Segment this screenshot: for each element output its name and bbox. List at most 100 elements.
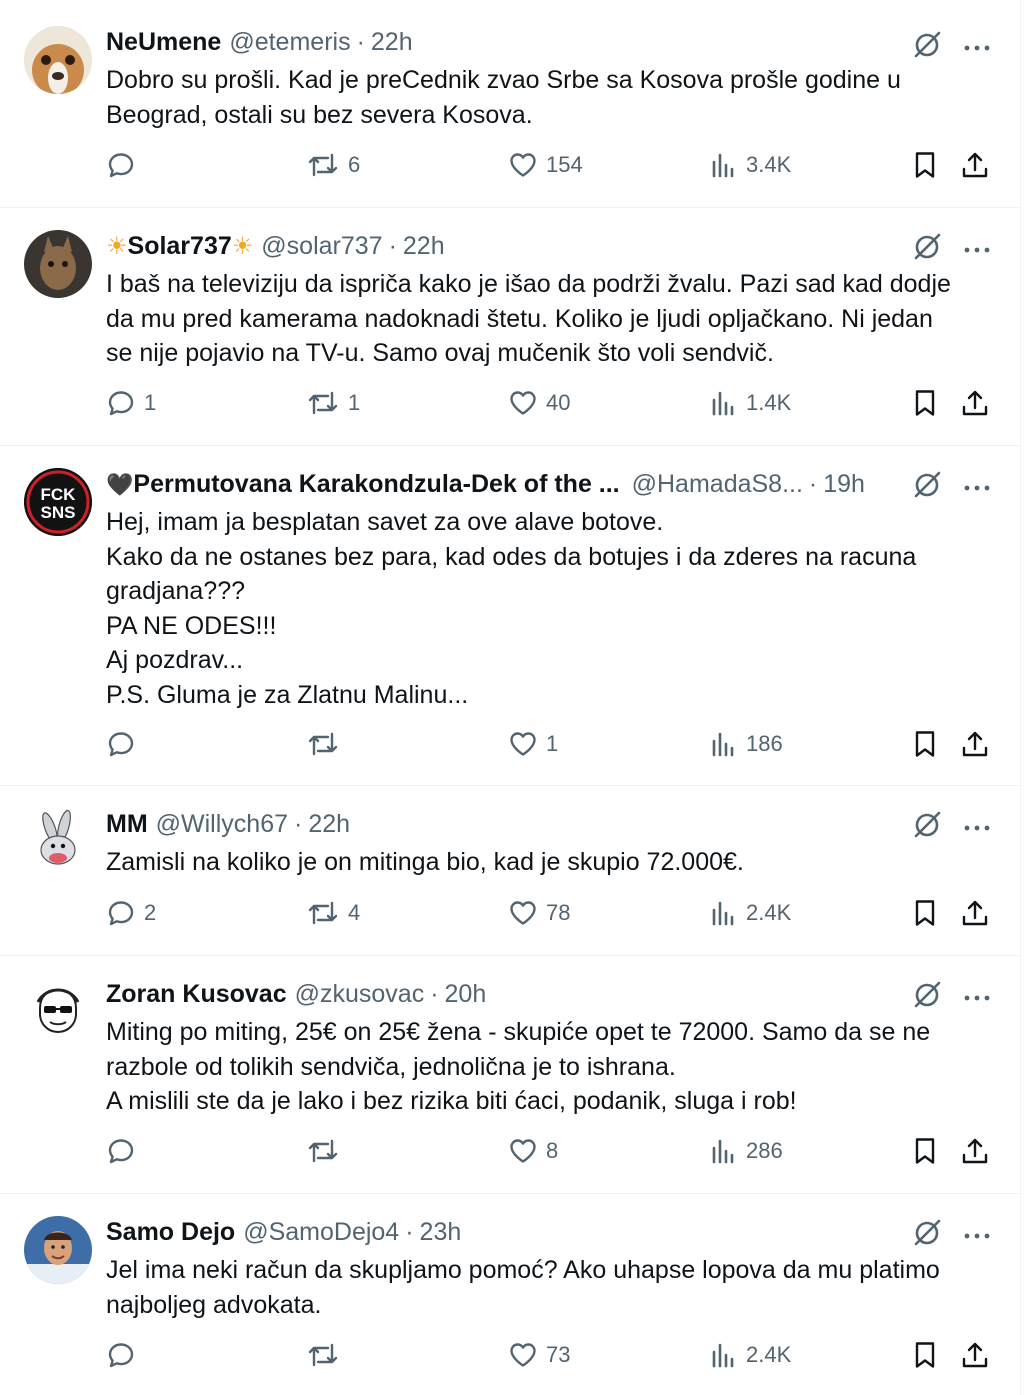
reply-button[interactable] — [106, 150, 144, 180]
share-button[interactable] — [960, 1136, 990, 1166]
grok-icon[interactable] — [912, 980, 942, 1015]
action-bar: 6 154 3.4K — [106, 150, 990, 190]
tweet[interactable]: ☀ Solar737 ☀ @solar737 · 22h I baš na te… — [0, 208, 1020, 446]
reply-button[interactable] — [106, 1136, 144, 1166]
bookmark-icon — [912, 388, 938, 418]
reply-button[interactable] — [106, 1340, 144, 1370]
avatar[interactable] — [24, 978, 92, 1046]
views-button[interactable]: 186 — [710, 729, 783, 759]
share-icon — [960, 729, 990, 759]
like-button[interactable]: 1 — [508, 729, 558, 759]
tweet[interactable]: Zoran Kusovac @zkusovac · 20h Miting po … — [0, 956, 1020, 1194]
timestamp[interactable]: 20h — [445, 980, 487, 1009]
like-button[interactable]: 73 — [508, 1340, 570, 1370]
views-button[interactable]: 2.4K — [710, 1340, 791, 1370]
avatar[interactable] — [24, 808, 92, 876]
grok-icon[interactable] — [912, 810, 942, 845]
grok-icon[interactable] — [912, 232, 942, 267]
bookmark-icon — [912, 1136, 938, 1166]
timestamp[interactable]: 22h — [371, 28, 413, 57]
bookmark-button[interactable] — [912, 388, 938, 418]
display-name[interactable]: Solar737 — [128, 232, 232, 261]
timestamp[interactable]: 19h — [823, 470, 865, 499]
reply-button[interactable] — [106, 729, 144, 759]
more-icon[interactable] — [964, 39, 990, 57]
tweet[interactable]: MM @Willych67 · 22h Zamisli na koliko je… — [0, 786, 1020, 956]
bookmark-button[interactable] — [912, 1340, 938, 1370]
user-handle[interactable]: @etemeris — [229, 28, 350, 57]
avatar[interactable] — [24, 230, 92, 298]
tweet-header: ☀ Solar737 ☀ @solar737 · 22h — [106, 232, 910, 261]
display-name[interactable]: Zoran Kusovac — [106, 980, 287, 1009]
grok-icon[interactable] — [912, 1218, 942, 1253]
user-handle[interactable]: @HamadaS8... — [632, 470, 803, 499]
header-icons — [912, 470, 990, 505]
action-bar: 1 1 40 1.4K — [106, 388, 990, 428]
reply-button[interactable]: 1 — [106, 388, 156, 418]
share-button[interactable] — [960, 150, 990, 180]
like-button[interactable]: 40 — [508, 388, 570, 418]
more-icon[interactable] — [964, 819, 990, 837]
avatar-text-top: FCK — [41, 485, 77, 504]
user-handle[interactable]: @zkusovac — [295, 980, 425, 1009]
retweet-button[interactable]: 1 — [306, 388, 360, 418]
bookmark-button[interactable] — [912, 729, 938, 759]
reply-icon — [106, 388, 136, 418]
avatar[interactable] — [24, 26, 92, 94]
share-button[interactable] — [960, 729, 990, 759]
retweet-button[interactable]: 4 — [306, 898, 360, 928]
display-name[interactable]: NeUmene — [106, 28, 221, 57]
timestamp[interactable]: 22h — [403, 232, 445, 261]
tweet[interactable]: Samo Dejo @SamoDejo4 · 23h Jel ima neki … — [0, 1194, 1020, 1395]
share-button[interactable] — [960, 1340, 990, 1370]
more-icon[interactable] — [964, 479, 990, 497]
retweet-button[interactable] — [306, 1340, 348, 1370]
views-button[interactable]: 1.4K — [710, 388, 791, 418]
timestamp[interactable]: 23h — [420, 1218, 462, 1247]
heart-icon — [508, 388, 538, 418]
view-count: 2.4K — [746, 1342, 792, 1367]
share-button[interactable] — [960, 388, 990, 418]
header-icons — [912, 1218, 990, 1253]
avatar[interactable] — [24, 1216, 92, 1284]
retweet-count: 1 — [348, 390, 361, 415]
tweet-text: I baš na televiziju da ispriča kako je i… — [106, 270, 951, 367]
bookmark-button[interactable] — [912, 150, 938, 180]
tweet-text: Miting po miting, 25€ on 25€ žena - skup… — [106, 1018, 931, 1115]
timestamp[interactable]: 22h — [308, 810, 350, 839]
tweet[interactable]: FCK SNS 🖤 Permutovana Karakondzula-Dek o… — [0, 446, 1020, 786]
grok-icon[interactable] — [912, 30, 942, 65]
like-count: 78 — [546, 900, 571, 925]
more-icon[interactable] — [964, 241, 990, 259]
bookmark-button[interactable] — [912, 1136, 938, 1166]
reply-button[interactable]: 2 — [106, 898, 156, 928]
display-name[interactable]: Permutovana Karakondzula-Dek of the ... — [133, 470, 619, 499]
header-icons — [912, 30, 990, 65]
retweet-button[interactable] — [306, 1136, 348, 1166]
action-bar: 2 4 78 2.4K — [106, 898, 990, 938]
display-name[interactable]: MM — [106, 810, 148, 839]
like-button[interactable]: 78 — [508, 898, 570, 928]
retweet-button[interactable] — [306, 729, 348, 759]
bookmark-button[interactable] — [912, 898, 938, 928]
grok-icon[interactable] — [912, 470, 942, 505]
like-button[interactable]: 8 — [508, 1136, 558, 1166]
share-button[interactable] — [960, 898, 990, 928]
like-button[interactable]: 154 — [508, 150, 583, 180]
views-button[interactable]: 286 — [710, 1136, 783, 1166]
tweet-header: 🖤 Permutovana Karakondzula-Dek of the ..… — [106, 470, 924, 499]
views-button[interactable]: 2.4K — [710, 898, 791, 928]
retweet-count: 4 — [348, 900, 361, 925]
user-handle[interactable]: @Willych67 — [156, 810, 288, 839]
display-name[interactable]: Samo Dejo — [106, 1218, 235, 1247]
bookmark-icon — [912, 729, 938, 759]
more-icon[interactable] — [964, 1227, 990, 1245]
tweet[interactable]: NeUmene @etemeris · 22h Dobro su prošli.… — [0, 0, 1020, 208]
heart-icon — [508, 1340, 538, 1370]
more-icon[interactable] — [964, 989, 990, 1007]
user-handle[interactable]: @SamoDejo4 — [243, 1218, 399, 1247]
retweet-button[interactable]: 6 — [306, 150, 360, 180]
user-handle[interactable]: @solar737 — [261, 232, 382, 261]
avatar[interactable]: FCK SNS — [24, 468, 92, 536]
views-button[interactable]: 3.4K — [710, 150, 791, 180]
